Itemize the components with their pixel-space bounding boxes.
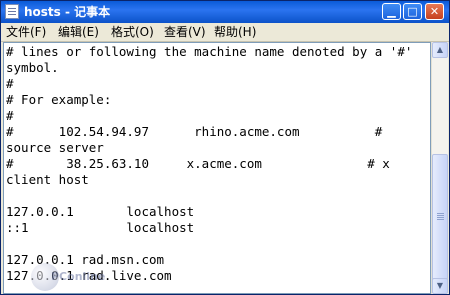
chevron-down-icon: ▼ [436,281,444,290]
menu-edit[interactable]: 编辑(E) [58,25,99,39]
scroll-down-button[interactable]: ▼ [432,278,448,294]
text-line: source server [6,140,104,155]
grip-icon [437,213,444,214]
text-line: ::1 localhost [6,220,195,235]
text-line: # [6,108,14,123]
text-line: 127.0.0.1 localhost [6,204,195,219]
scrollbar-thumb[interactable] [432,154,448,281]
menu-format[interactable]: 格式(O) [111,25,154,39]
menu-view[interactable]: 查看(V) [164,25,206,39]
text-line: # [6,76,14,91]
text-line: # 102.54.94.97 rhino.acme.com # [6,124,383,139]
text-editor[interactable]: # lines or following the machine name de… [3,42,431,294]
vertical-scrollbar[interactable]: ▲ ▼ [431,42,448,294]
minimize-icon: ▁ [387,5,396,18]
maximize-icon: □ [407,5,418,18]
notepad-icon[interactable] [5,4,19,19]
menu-help[interactable]: 帮助(H) [214,25,256,39]
text-line: # lines or following the machine name de… [6,44,413,59]
notepad-window: hosts - 记事本 ▁ □ ✕ 文件(F) 编辑(E) 格式(O) 查看(V… [0,0,450,295]
close-icon: ✕ [429,5,440,18]
chevron-up-icon: ▲ [436,45,444,54]
minimize-button[interactable]: ▁ [382,3,401,20]
scroll-up-button[interactable]: ▲ [432,42,448,58]
text-line: client host [6,172,89,187]
text-line: symbol. [6,60,59,75]
watermark-text: PConline [51,270,106,283]
maximize-button[interactable]: □ [403,3,422,20]
window-title: hosts - 记事本 [24,5,111,19]
menu-bar: 文件(F) 编辑(E) 格式(O) 查看(V) 帮助(H) [1,23,449,42]
text-line: # For example: [6,92,112,107]
watermark: PConline [31,263,119,292]
menu-file[interactable]: 文件(F) [6,25,46,39]
text-line: # 38.25.63.10 x.acme.com # x [6,156,390,171]
title-bar[interactable]: hosts - 记事本 ▁ □ ✕ [1,1,449,23]
close-button[interactable]: ✕ [425,3,444,20]
